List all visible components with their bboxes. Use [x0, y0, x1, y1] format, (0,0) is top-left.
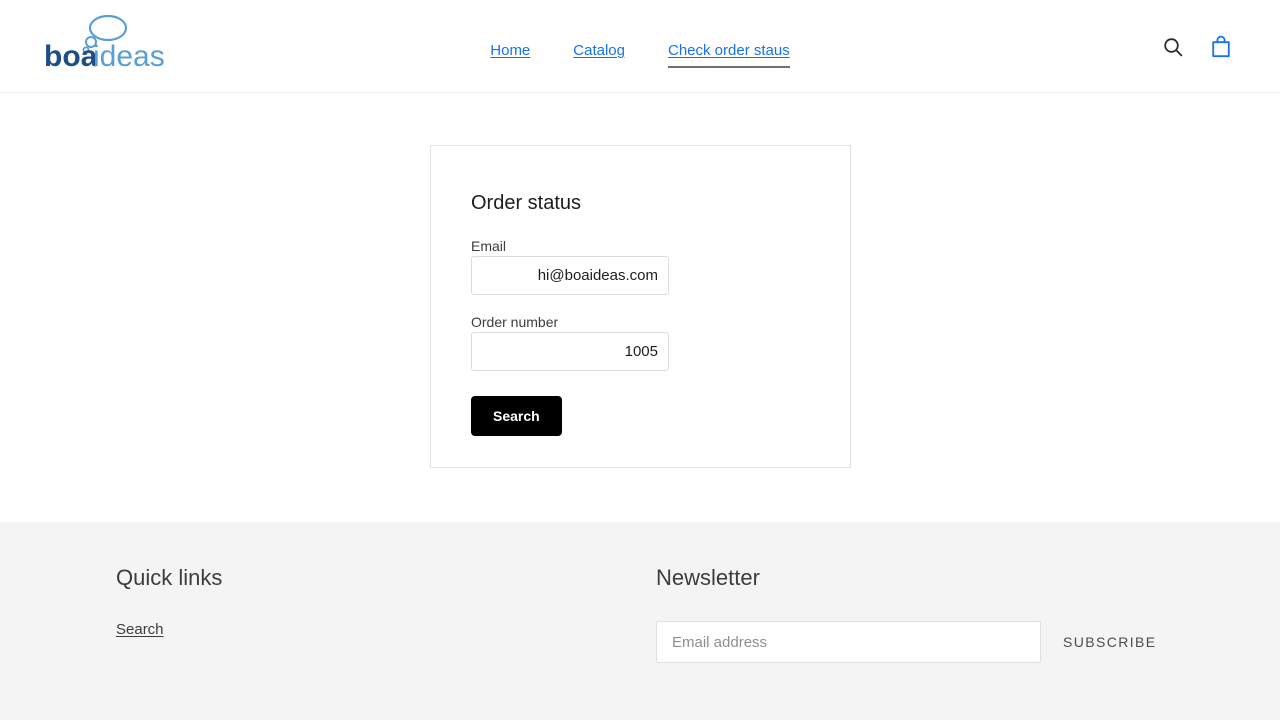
newsletter-heading: Newsletter [656, 565, 760, 590]
footer-quick-links: Quick links Search [116, 564, 222, 639]
site-footer: Quick links Search Newsletter SUBSCRIBE [0, 522, 1280, 720]
shopping-bag-glyph [1212, 35, 1230, 57]
subscribe-button[interactable]: SUBSCRIBE [1049, 624, 1171, 660]
order-number-field-label: Order number [471, 314, 559, 330]
email-field-label: Email [471, 238, 507, 254]
order-number-field[interactable] [471, 332, 669, 371]
email-field[interactable] [471, 256, 669, 295]
footer-newsletter: Newsletter SUBSCRIBE [656, 564, 1171, 663]
search-button[interactable]: Search [471, 396, 562, 436]
site-header: boa ideas Home Catalog Check order staus [0, 0, 1280, 93]
main-navigation: Home Catalog Check order staus [0, 42, 1280, 68]
header-actions [1160, 0, 1234, 93]
order-status-card: Order status Email Order number Search [430, 145, 851, 468]
newsletter-form: SUBSCRIBE [656, 621, 1171, 663]
nav-link-check-order-status[interactable]: Check order staus [667, 42, 790, 68]
nav-link-home[interactable]: Home [490, 42, 530, 68]
main-content: Order status Email Order number Search [0, 93, 1280, 522]
newsletter-email-input[interactable] [656, 621, 1041, 663]
nav-link-catalog[interactable]: Catalog [573, 42, 625, 68]
search-glyph [1164, 37, 1183, 56]
footer-link-search[interactable]: Search [116, 621, 164, 638]
search-icon[interactable] [1160, 34, 1186, 60]
quick-links-heading: Quick links [116, 565, 223, 590]
shopping-bag-icon[interactable] [1208, 34, 1234, 60]
page-title: Order status [471, 192, 582, 214]
